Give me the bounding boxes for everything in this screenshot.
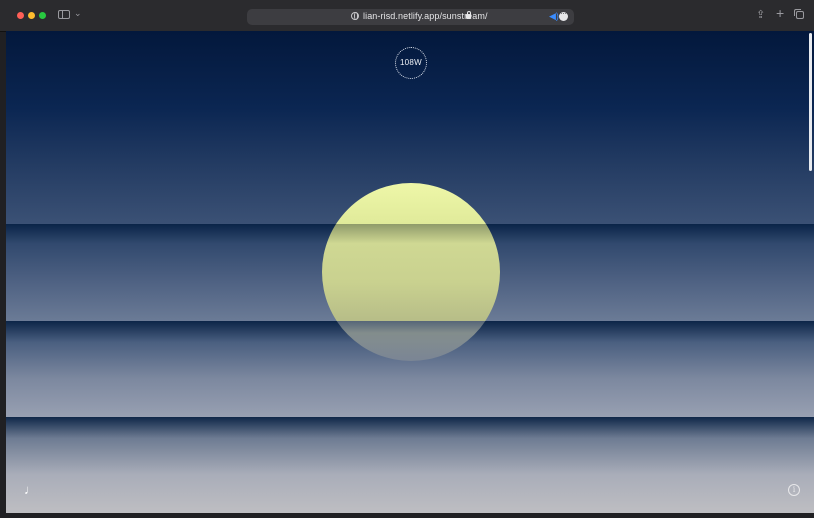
music-note-icon[interactable]: ♩ xyxy=(24,482,37,497)
address-bar[interactable]: lian-risd.netlify.app/sunstream/ ◀) xyxy=(247,9,574,25)
sun-circle xyxy=(322,183,500,361)
speaker-icon[interactable]: ◀) xyxy=(549,11,559,22)
minimize-window-button[interactable] xyxy=(28,12,35,19)
plus-icon[interactable]: + xyxy=(776,6,784,20)
ellipsis-icon[interactable] xyxy=(559,9,568,21)
tabs-icon[interactable] xyxy=(794,9,804,19)
maximize-window-button[interactable] xyxy=(39,12,46,19)
sun-lower-segment xyxy=(322,321,500,361)
sun-upper-segment xyxy=(322,183,500,224)
chevron-down-icon[interactable]: ⌄ xyxy=(74,8,82,19)
close-window-button[interactable] xyxy=(17,12,24,19)
sun-middle-segment xyxy=(322,224,500,321)
sunstream-page: 108W ♩ i xyxy=(6,31,814,513)
browser-toolbar: ⌄ lian-risd.netlify.app/sunstream/ ◀) ⇪ … xyxy=(0,0,814,32)
wind-direction-badge: 108W xyxy=(395,47,427,79)
lock-icon xyxy=(466,11,471,19)
info-icon[interactable]: i xyxy=(788,484,800,496)
sidebar-icon[interactable] xyxy=(58,10,70,19)
scrollbar[interactable] xyxy=(809,33,812,171)
share-icon[interactable]: ⇪ xyxy=(756,8,765,22)
globe-icon xyxy=(351,12,359,20)
browser-window: ⌄ lian-risd.netlify.app/sunstream/ ◀) ⇪ … xyxy=(0,0,814,518)
wind-direction-label: 108W xyxy=(399,58,423,67)
sky-band-4 xyxy=(6,417,814,513)
